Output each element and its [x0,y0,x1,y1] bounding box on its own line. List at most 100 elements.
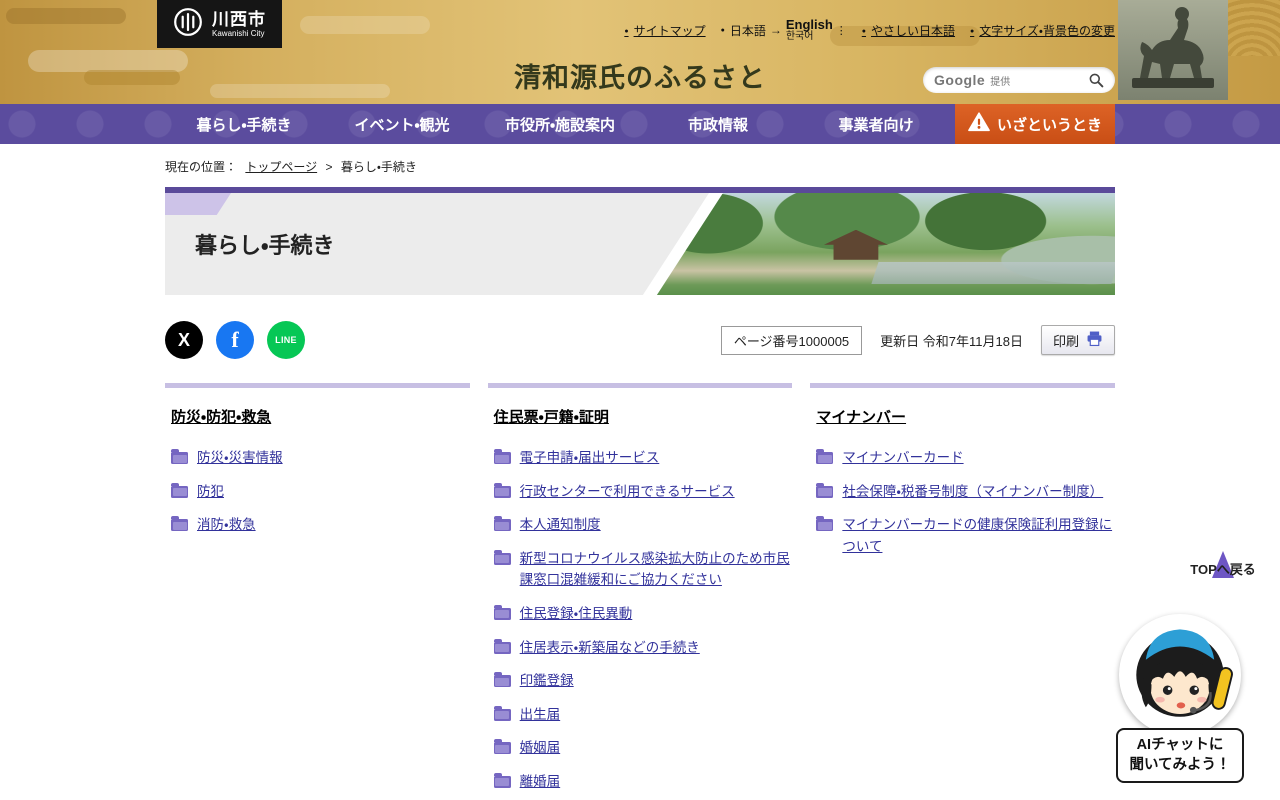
folder-icon [494,519,511,531]
folder-icon [816,486,833,498]
breadcrumb-current: 暮らし・手続き [341,160,417,174]
category-link[interactable]: 印鑑登録 [520,670,574,692]
back-to-top-button[interactable]: TOPへ戻る [1182,534,1264,578]
category-link[interactable]: 行政センターで利用できるサービス [520,481,735,503]
ai-chat-bubble-line2: 聞いてみよう！ [1129,757,1230,773]
language-option-english[interactable]: English [786,18,833,32]
folder-icon [494,642,511,654]
nav-jigyosha[interactable]: 事業者向け [797,104,955,144]
folder-icon [494,452,511,464]
category-list-item: 行政センターで利用できるサービス [494,481,793,503]
folder-icon [171,452,188,464]
category-link[interactable]: 離婚届 [520,771,561,793]
category-link[interactable]: 防犯 [197,481,224,503]
nav-emergency-label: いざというとき [997,114,1102,135]
section-heading-link[interactable]: 防災・防犯・救急 [171,409,271,426]
category-link[interactable]: 住民登録・住民異動 [520,603,633,625]
folder-icon [494,486,511,498]
ai-chat-bubble-line1: AIチャットに [1137,737,1224,753]
language-switcher[interactable]: 日本語 → English 한국어 ⋮ [721,18,847,42]
x-share-icon[interactable]: X [165,321,203,359]
category-list: マイナンバーカード社会保障・税番号制度（マイナンバー制度） マイナンバーカードの健… [810,447,1115,557]
breadcrumb-home-link[interactable]: トップページ [245,160,317,174]
category-list-item: マイナンバーカードの健康保険証利用登録について [816,514,1115,557]
category-list-item: 社会保障・税番号制度（マイナンバー制度） [816,481,1115,503]
language-option-korean[interactable]: 한국어 [786,32,833,43]
site-tagline: 清和源氏のふるさと [514,56,766,95]
banner-photo [653,193,1115,295]
page: 川西市 Kawanishi City サイトマップ 日本語 → English … [0,0,1280,800]
category-list-item: 住民登録・住民異動 [494,603,793,625]
warning-icon [968,112,990,136]
category-list-item: 出生届 [494,704,793,726]
folder-icon [171,486,188,498]
category-link[interactable]: マイナンバーカード [842,447,963,469]
category-link[interactable]: 防災・災害情報 [197,447,283,469]
folder-icon [171,519,188,531]
mascot-character[interactable] [1119,614,1241,736]
category-link[interactable]: 住居表示・新築届などの手続き [520,637,700,659]
back-to-top-label: TOPへ戻る [1182,559,1264,578]
banner-accent-stripe [165,193,231,215]
nav-shisei-joho[interactable]: 市政情報 [639,104,797,144]
nav-event-kanko[interactable]: イベント・観光 [323,104,481,144]
folder-icon [494,608,511,620]
search-icon[interactable] [1088,72,1104,88]
section-heading-link[interactable]: マイナンバー [816,409,906,426]
city-name: 川西市 [212,10,266,30]
section-bosai-bohan-kyukyu: 防災・防犯・救急 防災・災害情報防犯消防・救急 [165,383,470,548]
section-heading-link[interactable]: 住民票・戸籍・証明 [494,409,609,426]
social-share: X f LINE [165,321,305,359]
print-button[interactable]: 印刷 [1041,325,1115,355]
updated-date: 更新日 令和7年11月18日 [880,331,1023,350]
nav-kurashi-tetsuzuki[interactable]: 暮らし・手続き [165,104,323,144]
easy-japanese-link[interactable]: やさしい日本語 [862,22,955,39]
category-link[interactable]: 婚姻届 [520,737,561,759]
city-logo[interactable]: 川西市 Kawanishi City [157,0,282,48]
site-search[interactable]: Google 提供 [923,67,1115,93]
folder-icon [494,776,511,788]
section-accent-bar [810,383,1115,388]
facebook-share-icon[interactable]: f [216,321,254,359]
page-title-banner: 暮らし・手続き [165,187,1115,295]
page-title: 暮らし・手続き [195,228,334,260]
section-mynumber: マイナンバー マイナンバーカード社会保障・税番号制度（マイナンバー制度）マイナン… [810,383,1115,569]
page-number-badge: ページ番号1000005 [721,326,862,355]
category-link[interactable]: 本人通知制度 [520,514,601,536]
language-more-icon[interactable]: ⋮ [836,24,847,37]
category-link[interactable]: 電子申請・届出サービス [520,447,660,469]
category-columns: 防災・防犯・救急 防災・災害情報防犯消防・救急 住民票・戸籍・証明 電子申請・届… [165,383,1115,800]
category-list: 防災・災害情報防犯消防・救急 [165,447,470,536]
category-link[interactable]: マイナンバーカードの健康保険証利用登録について [842,514,1115,557]
site-header: 川西市 Kawanishi City サイトマップ 日本語 → English … [0,0,1280,104]
section-heading: 防災・防犯・救急 [171,406,470,427]
folder-icon [494,742,511,754]
printer-icon [1086,330,1103,350]
ai-chat-widget[interactable]: AIチャットに 聞いてみよう！ [1116,614,1244,783]
category-list-item: 防犯 [171,481,470,503]
category-list-item: 印鑑登録 [494,670,793,692]
category-link[interactable]: 出生届 [520,704,561,726]
category-list-item: 新型コロナウイルス感染拡大防止のため市民課窓口混雑緩和にご協力ください [494,548,793,591]
category-link[interactable]: 消防・救急 [197,514,256,536]
ai-chat-bubble[interactable]: AIチャットに 聞いてみよう！ [1116,728,1244,783]
sitemap-link[interactable]: サイトマップ [624,22,705,39]
category-list-item: 電子申請・届出サービス [494,447,793,469]
category-link[interactable]: 社会保障・税番号制度（マイナンバー制度） [842,481,1103,503]
cloud-decoration [6,8,126,24]
line-share-icon[interactable]: LINE [267,321,305,359]
category-list: 電子申請・届出サービス行政センターで利用できるサービス本人通知制度新型コロナウイ… [488,447,793,800]
cloud-decoration [28,50,188,72]
nav-shiyakusho-shisetsu[interactable]: 市役所・施設案内 [481,104,639,144]
category-list-item: 婚姻届 [494,737,793,759]
section-accent-bar [488,383,793,388]
search-provided-label: 提供 [990,73,1010,88]
nav-emergency[interactable]: いざというとき [955,104,1115,144]
section-heading: 住民票・戸籍・証明 [494,406,793,427]
category-link[interactable]: 新型コロナウイルス感染拡大防止のため市民課窓口混雑緩和にご協力ください [520,548,793,591]
wave-pattern-decoration [1224,0,1280,56]
section-juminhyo-koseki-shomei: 住民票・戸籍・証明 電子申請・届出サービス行政センターで利用できるサービス本人通… [488,383,793,800]
utility-nav: サイトマップ 日本語 → English 한국어 ⋮ やさしい日本語 文字サイズ… [624,18,1115,42]
text-size-settings-link[interactable]: 文字サイズ・背景色の変更 [970,22,1115,39]
arrow-right-icon: → [770,23,782,37]
